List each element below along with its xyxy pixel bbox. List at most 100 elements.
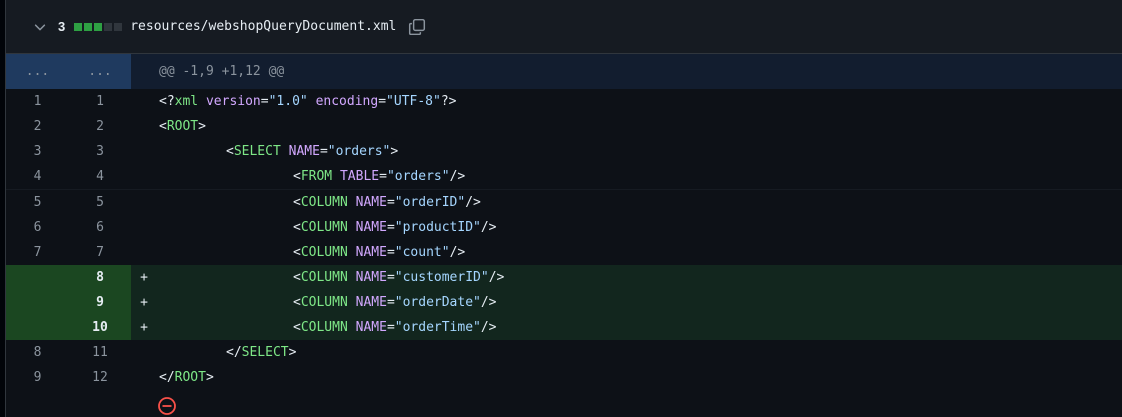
- code-line: </SELECT>: [157, 345, 296, 360]
- new-line-number[interactable]: 10: [69, 315, 131, 340]
- code-line: <FROM TABLE="orders"/>: [157, 169, 465, 184]
- diff-marker: +: [140, 320, 148, 335]
- code-token: NAME: [355, 295, 387, 310]
- code-token: NAME: [288, 144, 320, 159]
- old-line-number[interactable]: 6: [6, 215, 69, 240]
- code-token: =: [378, 94, 387, 109]
- code-token: =: [260, 94, 269, 109]
- old-line-number[interactable]: 2: [6, 114, 69, 139]
- code-token: NAME: [355, 195, 387, 210]
- new-line-number[interactable]: 11: [69, 340, 131, 365]
- diff-marker: +: [140, 270, 148, 285]
- old-line-number[interactable]: 9: [6, 365, 69, 390]
- code-token: />: [480, 295, 497, 310]
- code-token: <: [293, 195, 301, 210]
- old-line-number[interactable]: [6, 290, 69, 315]
- code-token: ROOT: [174, 370, 206, 385]
- code-line: <COLUMN NAME="orderTime"/>: [157, 320, 497, 335]
- new-line-number[interactable]: 12: [69, 365, 131, 390]
- code-token: COLUMN: [300, 245, 348, 260]
- diff-line-context: 8 11 </SELECT>: [6, 340, 1122, 365]
- diff-lines: 1 1 <?xml version="1.0" encoding="UTF-8"?>…: [6, 89, 1122, 390]
- code-token: NAME: [355, 320, 387, 335]
- code-token: >: [390, 144, 399, 159]
- old-line-number[interactable]: 7: [6, 240, 69, 265]
- diffstat-block-added: [94, 22, 103, 31]
- code-token: "customerID": [394, 270, 489, 285]
- new-line-number[interactable]: 6: [69, 215, 131, 240]
- code-token: />: [465, 195, 481, 210]
- new-line-number[interactable]: 7: [69, 240, 131, 265]
- code-token: </: [226, 345, 242, 360]
- new-line-number[interactable]: 5: [69, 190, 131, 215]
- code-token: ?>: [440, 94, 457, 109]
- diffstat-block-neutral: [114, 22, 123, 31]
- old-line-number[interactable]: 1: [6, 89, 69, 114]
- expand-down-button[interactable]: ...: [69, 54, 131, 89]
- new-line-number[interactable]: 8: [69, 265, 131, 290]
- old-line-number[interactable]: 3: [6, 139, 69, 164]
- code-token: "count": [394, 245, 450, 260]
- file-header: 3 resources/webshopQueryDocument.xml: [6, 0, 1122, 54]
- change-count: 3: [58, 19, 66, 34]
- code-line: <?xml version="1.0" encoding="UTF-8"?>: [157, 94, 456, 109]
- no-entry-icon[interactable]: [158, 397, 180, 417]
- code-token: =: [319, 144, 328, 159]
- new-line-number[interactable]: 9: [69, 290, 131, 315]
- old-line-number[interactable]: 5: [6, 190, 69, 215]
- code-token: <: [293, 245, 301, 260]
- code-token: ROOT: [166, 119, 199, 134]
- code-token: >: [198, 119, 206, 134]
- diffstat-block-added: [74, 22, 83, 31]
- diff-file-panel: 3 resources/webshopQueryDocument.xml ...…: [5, 0, 1122, 417]
- code-token: xml: [174, 94, 199, 109]
- code-token: "1.0": [268, 94, 308, 109]
- code-token: "orders": [327, 144, 391, 159]
- new-line-number[interactable]: 2: [69, 114, 131, 139]
- code-line: <COLUMN NAME="orderID"/>: [157, 195, 481, 210]
- diff-line-context: 1 1 <?xml version="1.0" encoding="UTF-8"?>: [6, 89, 1122, 114]
- code-token: NAME: [355, 245, 387, 260]
- diff-line-context: 9 12 </ROOT>: [6, 365, 1122, 390]
- code-token: COLUMN: [300, 195, 348, 210]
- new-line-number[interactable]: 1: [69, 89, 131, 114]
- code-token: "orderID": [394, 195, 466, 210]
- old-line-number[interactable]: [6, 265, 69, 290]
- code-line: </ROOT>: [157, 370, 214, 385]
- code-token: =: [386, 270, 395, 285]
- expand-up-button[interactable]: ...: [6, 54, 69, 89]
- code-token: <: [293, 295, 301, 310]
- code-token: />: [480, 320, 497, 335]
- old-line-number[interactable]: 8: [6, 340, 69, 365]
- diff-line-context: 6 6 <COLUMN NAME="productID"/>: [6, 215, 1122, 240]
- old-line-number[interactable]: 4: [6, 164, 69, 189]
- diff-line-added: 10 + <COLUMN NAME="orderTime"/>: [6, 315, 1122, 340]
- diffstat-blocks: [74, 22, 124, 31]
- code-token: />: [449, 245, 466, 260]
- old-line-number[interactable]: [6, 315, 69, 340]
- code-line: <COLUMN NAME="orderDate"/>: [157, 295, 497, 310]
- code-token: COLUMN: [300, 270, 348, 285]
- file-path[interactable]: resources/webshopQueryDocument.xml: [130, 19, 396, 34]
- code-token: <: [293, 169, 301, 184]
- code-token: NAME: [355, 270, 387, 285]
- code-token: COLUMN: [300, 320, 348, 335]
- code-token: "UTF-8": [386, 94, 441, 109]
- chevron-down-icon[interactable]: [30, 17, 50, 37]
- code-token: </: [159, 370, 175, 385]
- code-token: =: [379, 169, 387, 184]
- new-line-number[interactable]: 3: [69, 139, 131, 164]
- new-line-number[interactable]: 4: [69, 164, 131, 189]
- code-token: COLUMN: [300, 295, 348, 310]
- code-line: <COLUMN NAME="customerID"/>: [157, 270, 504, 285]
- diff-line-context: 4 4 <FROM TABLE="orders"/>: [6, 164, 1122, 189]
- copy-icon[interactable]: [406, 16, 428, 38]
- hunk-header-text: @@ -1,9 +1,12 @@: [159, 64, 285, 79]
- code-token: version: [205, 94, 261, 109]
